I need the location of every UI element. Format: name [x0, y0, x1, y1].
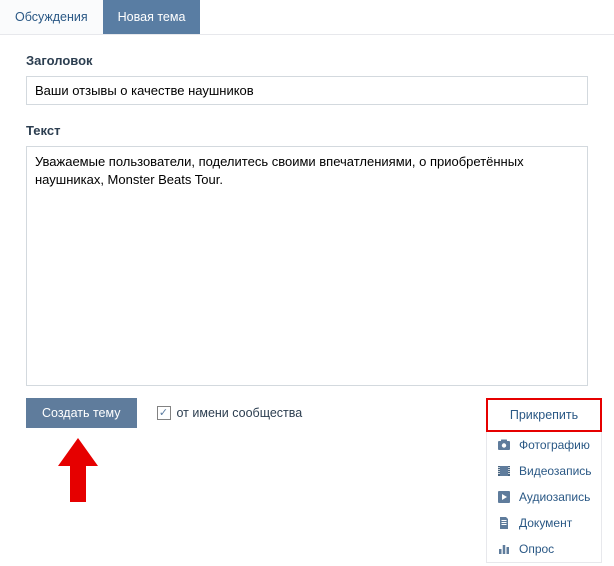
attach-video[interactable]: Видеозапись: [487, 458, 601, 484]
attach-photo[interactable]: Фотографию: [487, 432, 601, 458]
title-input[interactable]: [26, 76, 588, 105]
text-input[interactable]: [26, 146, 588, 386]
attach-button[interactable]: Прикрепить: [486, 398, 602, 432]
poll-icon: [497, 542, 511, 556]
text-label: Текст: [26, 123, 588, 138]
audio-icon: [497, 490, 511, 504]
attach-poll[interactable]: Опрос: [487, 536, 601, 562]
attach-document[interactable]: Документ: [487, 510, 601, 536]
checkbox-icon: ✓: [157, 406, 171, 420]
video-icon: [497, 464, 511, 478]
attach-panel: Прикрепить Фотографию Видеозапись Аудиоз…: [486, 398, 602, 563]
form-content: Заголовок Текст: [0, 35, 614, 407]
from-community-option[interactable]: ✓ от имени сообщества: [157, 406, 303, 420]
attach-audio[interactable]: Аудиозапись: [487, 484, 601, 510]
attach-audio-label: Аудиозапись: [519, 490, 590, 504]
title-label: Заголовок: [26, 53, 588, 68]
attach-photo-label: Фотографию: [519, 438, 590, 452]
tabs: Обсуждения Новая тема: [0, 0, 614, 35]
document-icon: [497, 516, 511, 530]
arrow-annotation-icon: [58, 438, 98, 502]
attach-document-label: Документ: [519, 516, 572, 530]
tab-discussions[interactable]: Обсуждения: [0, 0, 103, 34]
attach-video-label: Видеозапись: [519, 464, 592, 478]
from-community-label: от имени сообщества: [177, 406, 303, 420]
create-topic-button[interactable]: Создать тему: [26, 398, 137, 428]
tab-new-topic[interactable]: Новая тема: [103, 0, 201, 34]
attach-poll-label: Опрос: [519, 542, 554, 556]
camera-icon: [497, 438, 511, 452]
